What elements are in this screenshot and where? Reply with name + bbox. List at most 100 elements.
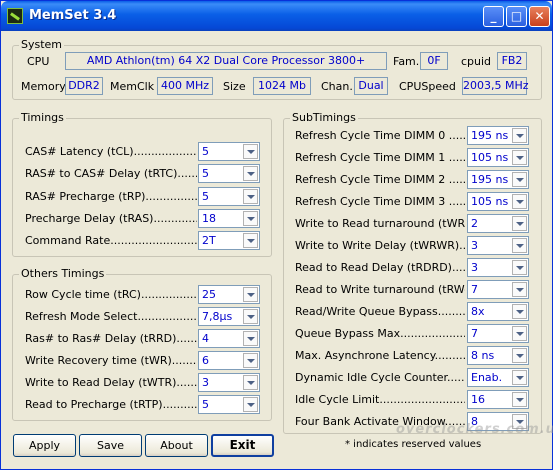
close-button[interactable]: ✕ <box>529 6 550 27</box>
subtimings-select-0[interactable]: 195 ns <box>467 126 529 145</box>
timings-select-1[interactable]: 5 <box>198 164 260 184</box>
subtimings-select-value-1: 105 ns <box>471 151 509 164</box>
timings-label-0: CAS# Latency (tCL)................... <box>25 145 197 158</box>
others-select-value-2: 4 <box>202 332 209 345</box>
subtimings-label-7: Read to Write turnaround (tRW-TO).......… <box>295 283 465 296</box>
dropdown-arrow-icon[interactable] <box>512 282 527 297</box>
dropdown-arrow-icon[interactable] <box>512 128 527 143</box>
dropdown-arrow-icon[interactable] <box>243 397 258 412</box>
save-button[interactable]: Save <box>79 434 142 457</box>
timings-label-1: RAS# to CAS# Delay (tRTC)........... <box>25 167 197 181</box>
dropdown-arrow-icon[interactable] <box>512 304 527 319</box>
timings-label-3: Precharge Delay (tRAS)............... <box>25 211 197 225</box>
others-select-0[interactable]: 25 <box>198 285 260 304</box>
system-group-label: System <box>19 38 65 51</box>
dropdown-arrow-icon[interactable] <box>512 260 527 275</box>
timings-select-3[interactable]: 18 <box>198 208 260 228</box>
dropdown-arrow-icon[interactable] <box>512 194 527 209</box>
dropdown-arrow-icon[interactable] <box>512 150 527 165</box>
subtimings-label-11: Dynamic Idle Cycle Counter..............… <box>295 371 465 384</box>
others-label-1: Refresh Mode Select................... <box>25 310 197 323</box>
dropdown-arrow-icon[interactable] <box>243 166 258 182</box>
apply-button[interactable]: Apply <box>13 434 76 457</box>
dropdown-arrow-icon[interactable] <box>243 331 258 346</box>
subtimings-select-9[interactable]: 7 <box>467 324 529 343</box>
dropdown-arrow-icon[interactable] <box>512 392 527 407</box>
memclk-value: 400 MHz <box>157 77 213 95</box>
dropdown-arrow-icon[interactable] <box>243 188 258 204</box>
subtimings-select-4[interactable]: 2 <box>467 214 529 233</box>
subtimings-select-8[interactable]: 8x <box>467 302 529 321</box>
cpuspeed-label: CPUSpeed <box>399 80 456 93</box>
subtimings-label-0: Refresh Cycle Time DIMM 0 .......... <box>295 129 465 142</box>
subtimings-select-1[interactable]: 105 ns <box>467 148 529 167</box>
timings-select-value-4: 2T <box>202 234 216 248</box>
dropdown-arrow-icon[interactable] <box>512 172 527 187</box>
others-timings-group-label: Others Timings <box>19 267 107 280</box>
memclk-label: MemClk <box>110 80 155 93</box>
size-value: 1024 Mb <box>253 77 311 95</box>
subtimings-group-label: SubTimings <box>290 111 358 124</box>
subtimings-select-value-2: 195 ns <box>471 173 509 186</box>
subtimings-select-5[interactable]: 3 <box>467 236 529 255</box>
dropdown-arrow-icon[interactable] <box>243 375 258 390</box>
timings-select-value-2: 5 <box>202 189 209 203</box>
memory-value: DDR2 <box>65 77 103 95</box>
cpuid-value: FB2 <box>497 52 527 70</box>
dropdown-arrow-icon[interactable] <box>512 370 527 385</box>
others-select-value-4: 3 <box>202 376 209 389</box>
timings-label-4: Command Rate......................... <box>25 234 197 248</box>
dropdown-arrow-icon[interactable] <box>512 216 527 231</box>
subtimings-label-3: Refresh Cycle Time DIMM 3 .......... <box>295 195 465 208</box>
window-title: MemSet 3.4 <box>29 8 117 23</box>
dropdown-arrow-icon[interactable] <box>243 210 258 226</box>
others-select-2[interactable]: 4 <box>198 329 260 348</box>
subtimings-select-value-4: 2 <box>471 217 478 230</box>
dropdown-arrow-icon[interactable] <box>243 353 258 368</box>
subtimings-label-10: Max. Asynchrone Latency.................… <box>295 349 465 362</box>
dropdown-arrow-icon[interactable] <box>512 326 527 341</box>
app-icon <box>7 8 23 24</box>
about-button[interactable]: About <box>145 434 208 457</box>
subtimings-label-5: Write to Write Delay (tWRWR)............… <box>295 239 465 252</box>
others-select-value-1: 7,8µs <box>202 310 233 323</box>
others-label-4: Write to Read Delay (tWTR)............. <box>25 376 197 389</box>
timings-select-2[interactable]: 5 <box>198 186 260 206</box>
subtimings-select-value-5: 3 <box>471 239 478 252</box>
subtimings-select-10[interactable]: 8 ns <box>467 346 529 365</box>
others-select-4[interactable]: 3 <box>198 373 260 392</box>
others-select-3[interactable]: 6 <box>198 351 260 370</box>
dropdown-arrow-icon[interactable] <box>243 233 258 249</box>
subtimings-label-9: Queue Bypass Max........................… <box>295 327 465 340</box>
subtimings-select-2[interactable]: 195 ns <box>467 170 529 189</box>
timings-select-value-0: 5 <box>202 145 209 158</box>
subtimings-select-6[interactable]: 3 <box>467 258 529 277</box>
timings-select-value-3: 18 <box>202 211 216 225</box>
dropdown-arrow-icon[interactable] <box>243 287 258 302</box>
others-label-3: Write Recovery time (tWR).............. <box>25 354 197 367</box>
subtimings-select-7[interactable]: 7 <box>467 280 529 299</box>
dropdown-arrow-icon[interactable] <box>512 238 527 253</box>
subtimings-select-12[interactable]: 16 <box>467 390 529 409</box>
minimize-button[interactable]: _ <box>483 6 504 27</box>
timings-select-0[interactable]: 5 <box>198 142 260 161</box>
cpu-label: CPU <box>27 55 50 68</box>
subtimings-select-11[interactable]: Enab. <box>467 368 529 387</box>
timings-group-label: Timings <box>19 111 66 124</box>
others-select-1[interactable]: 7,8µs <box>198 307 260 326</box>
dropdown-arrow-icon[interactable] <box>243 309 258 324</box>
exit-button[interactable]: Exit <box>211 434 274 457</box>
timings-select-4[interactable]: 2T <box>198 231 260 251</box>
subtimings-select-value-10: 8 ns <box>471 349 495 362</box>
dropdown-arrow-icon[interactable] <box>512 348 527 363</box>
subtimings-select-3[interactable]: 105 ns <box>467 192 529 211</box>
others-select-5[interactable]: 5 <box>198 395 260 414</box>
memset-window: MemSet 3.4 _ □ ✕ System CPU AMD Athlon(t… <box>0 0 553 470</box>
title-bar[interactable]: MemSet 3.4 _ □ ✕ <box>1 1 552 31</box>
subtimings-select-value-3: 105 ns <box>471 195 509 208</box>
dropdown-arrow-icon[interactable] <box>243 144 258 159</box>
subtimings-select-value-12: 16 <box>471 393 485 406</box>
others-label-2: Ras# to Ras# Delay (tRRD)............. <box>25 332 197 345</box>
maximize-button[interactable]: □ <box>506 6 527 27</box>
timings-label-2: RAS# Precharge (tRP)................. <box>25 189 197 203</box>
